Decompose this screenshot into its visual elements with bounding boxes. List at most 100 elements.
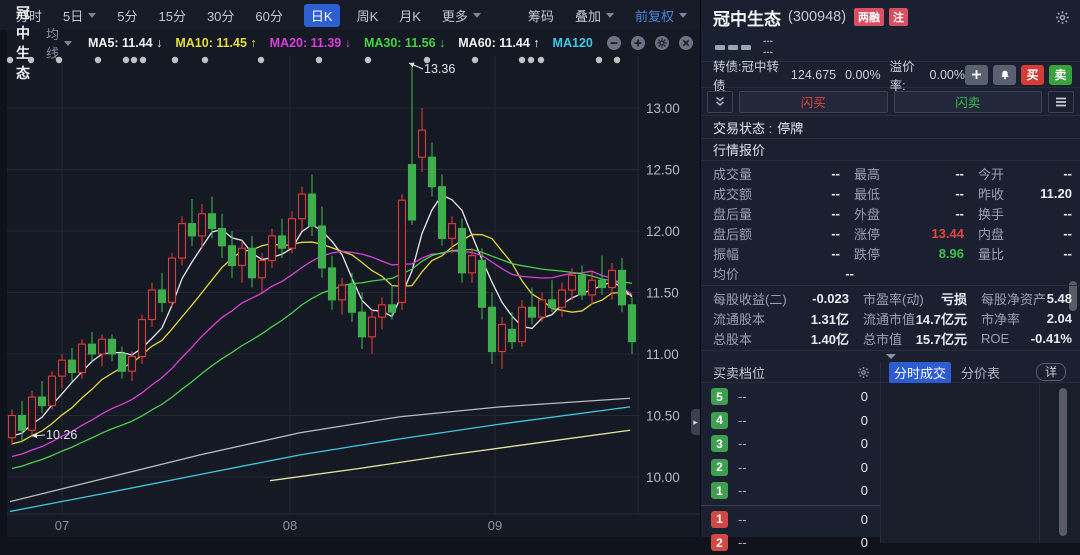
toolbar-item-5日[interactable]: 5日 <box>63 6 97 25</box>
order-book-divider <box>701 504 880 506</box>
toolbar-item-月K[interactable]: 月K <box>399 6 421 25</box>
buy-level-badge: 1 <box>711 510 728 528</box>
quote-cell: 外盘 -- <box>854 205 964 222</box>
order-levels-title: 买卖档位 <box>713 365 766 381</box>
chart-settings-gear-icon[interactable] <box>654 35 670 51</box>
quote-cell: 最低 -- <box>854 185 964 202</box>
quote-cell: ROE -0.41% <box>981 330 1072 346</box>
flash-buy-button[interactable]: 闪买 <box>739 90 888 113</box>
toolbar-item-5分[interactable]: 5分 <box>117 6 137 25</box>
panel-collapse-handle[interactable]: ▸ <box>691 409 700 435</box>
quote-panel: 冠中生态 (300948) 两融注 --- --- 转债:冠中转债 124.67… <box>700 0 1080 552</box>
svg-text:11.50: 11.50 <box>646 286 679 301</box>
order-level-row[interactable]: 1 -- 0 <box>701 508 880 532</box>
chevron-down-icon <box>88 12 97 18</box>
ma-value: MA10: 11.45 ↑ <box>175 36 257 50</box>
tab-分时成交[interactable]: 分时成交 <box>889 361 952 383</box>
high-annotation: 13.36 <box>424 62 455 76</box>
ma-legend: 冠中生态 均线 MA5: 11.44 ↓ MA10: 11.45 ↑ MA20: 1… <box>0 5 700 81</box>
chevron-down-icon <box>472 12 481 18</box>
menu-hamburger-icon[interactable] <box>1048 90 1074 113</box>
quote-cell: 每股收益(二) -0.023 <box>713 290 849 307</box>
sell-button[interactable]: 卖 <box>1049 64 1072 85</box>
ma-value: MA20: 11.39 ↓ <box>269 36 351 50</box>
ma-value: MA120 <box>552 36 593 50</box>
toolbar-item-日K[interactable]: 日K <box>303 3 340 27</box>
add-to-watchlist-button[interactable] <box>965 64 988 85</box>
bond-price: 124.675 <box>790 67 837 82</box>
trading-status-row: 交易状态 : 停牌 <box>701 116 1080 139</box>
order-level-row[interactable]: 1 -- 0 <box>701 479 880 503</box>
sell-level-badge: 3 <box>711 435 728 453</box>
tab-分价表[interactable]: 分价表 <box>961 363 1000 382</box>
grid-row: 每股收益(二) -0.023 市盈率(动) 亏损 每股净资产 5.48 <box>701 288 1080 308</box>
order-level-row[interactable]: 4 -- 0 <box>701 409 880 433</box>
trades-scrollbar[interactable] <box>1059 388 1067 536</box>
grid-row: 成交量 -- 最高 -- 今开 -- <box>701 163 1080 183</box>
collapse-section-button[interactable] <box>701 351 1080 362</box>
quote-cell: 流通股本 1.31亿 <box>713 311 849 327</box>
flash-sell-button[interactable]: 闪卖 <box>893 90 1042 113</box>
toolbar-item-更多[interactable]: 更多 <box>442 6 481 25</box>
alert-bell-button[interactable] <box>993 64 1016 85</box>
column-divider <box>1039 383 1040 543</box>
order-level-row[interactable]: 2 -- 0 <box>701 531 880 555</box>
convertible-bond-row: 转债:冠中转债 124.675 0.00% 溢价率: 0.00% 买 卖 <box>701 60 1080 93</box>
panel-settings-gear-icon[interactable] <box>1055 10 1070 25</box>
quote-cell: 涨停 13.44 <box>854 225 964 242</box>
toolbar-item-前复权[interactable]: 前复权 <box>635 6 687 25</box>
toolbar-item-30分[interactable]: 30分 <box>207 6 234 25</box>
premium-value: 0.00% <box>929 67 965 82</box>
grid-row: 振幅 -- 跌停 8.96 量比 -- <box>701 243 1080 263</box>
zoom-in-icon[interactable] <box>630 35 646 51</box>
order-level-row[interactable]: 2 -- 0 <box>701 456 880 480</box>
ma-value: MA30: 11.56 ↓ <box>363 36 446 50</box>
double-chevron-down-icon[interactable] <box>707 90 733 113</box>
stock-badge: 两融 <box>854 8 885 26</box>
toolbar-item-筹码[interactable]: 筹码 <box>528 6 554 25</box>
financials-grid: 每股收益(二) -0.023 市盈率(动) 亏损 每股净资产 5.48 流通股本 1.31亿流… <box>701 286 1080 351</box>
chart-controls <box>606 35 708 51</box>
order-level-row[interactable]: 3 -- 0 <box>701 432 880 456</box>
quote-cell: 流通市值 14.7亿元 <box>863 311 967 327</box>
close-chart-icon[interactable] <box>678 35 694 51</box>
ma-value: MA60: 11.44 ↑ <box>458 36 540 50</box>
toolbar-item-15分[interactable]: 15分 <box>158 6 185 25</box>
svg-text:10.00: 10.00 <box>646 470 680 485</box>
stock-badges: 两融注 <box>854 8 913 26</box>
svg-text:11.00: 11.00 <box>646 347 679 362</box>
svg-text:07: 07 <box>55 518 69 533</box>
chevron-down-icon <box>885 354 896 359</box>
quote-cell: 内盘 -- <box>978 225 1072 242</box>
toolbar-item-叠加[interactable]: 叠加 <box>575 6 614 25</box>
toolbar-item-周K[interactable]: 周K <box>357 6 379 25</box>
quote-cell: 成交额 -- <box>713 185 840 202</box>
quote-cell: 盘后额 -- <box>713 225 840 242</box>
status-label: 交易状态 : <box>713 120 773 136</box>
candlestick-chart[interactable]: 13.00 12.50 12.00 11.50 11.00 10.50 10.00 07 08 0… <box>0 56 700 537</box>
svg-text:12.50: 12.50 <box>646 163 680 178</box>
ma-values: MA5: 11.44 ↓ MA10: 11.45 ↑ MA20: 11.39 ↓ MA… <box>88 36 606 50</box>
order-book-section: 5 -- 0 4 -- 0 3 -- 0 2 -- 0 1 -- 0 1 -- 0 2 -- 0 <box>701 383 1080 552</box>
bottom-tabs-row: 买卖档位 分时成交 分价表 详 <box>701 361 1080 383</box>
grid-row: 总股本 1.40亿 总市值 15.7亿元 ROE -0.41% <box>701 328 1080 348</box>
bond-change-pct: 0.00% <box>845 67 881 82</box>
quote-cell: 均价 -- <box>713 265 854 282</box>
order-level-row[interactable]: 5 -- 0 <box>701 385 880 409</box>
stock-header: 冠中生态 (300948) 两融注 --- --- <box>701 0 1080 62</box>
quote-cell: 振幅 -- <box>713 245 840 262</box>
toolbar-item-60分[interactable]: 60分 <box>255 6 282 25</box>
detail-button[interactable]: 详 <box>1035 363 1066 381</box>
tick-trades-list[interactable] <box>881 383 1080 543</box>
grid-row: 盘后额 -- 涨停 13.44 内盘 -- <box>701 223 1080 243</box>
svg-text:13.00: 13.00 <box>646 101 680 116</box>
order-levels-gear-icon[interactable] <box>857 366 870 379</box>
zoom-out-icon[interactable] <box>606 35 622 51</box>
svg-text:09: 09 <box>488 518 502 533</box>
quote-cell: 今开 -- <box>978 165 1072 182</box>
buy-button[interactable]: 买 <box>1021 64 1044 85</box>
quote-cell: 总股本 1.40亿 <box>713 331 849 347</box>
svg-text:08: 08 <box>283 518 297 533</box>
stock-badge: 注 <box>889 8 909 26</box>
quote-cell: 量比 -- <box>978 245 1072 262</box>
